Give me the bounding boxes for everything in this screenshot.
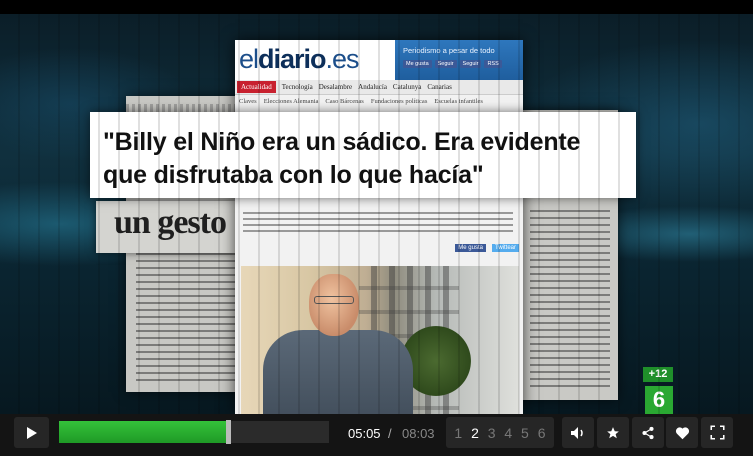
webpage-header: eldiario.es Periodismo a pesar de todo M… xyxy=(235,40,523,80)
page-selector: 1 2 3 4 5 6 xyxy=(446,417,554,448)
nav-item: Desalambre xyxy=(318,83,353,91)
subnav-item: Fundaciones políticas xyxy=(370,97,428,105)
social-button: RSS xyxy=(484,60,502,68)
webpage-nav: Actualidad Tecnología Desalambre Andaluc… xyxy=(235,80,523,95)
quote-banner: "Billy el Niño era un sádico. Era eviden… xyxy=(90,112,636,198)
page-link[interactable]: 6 xyxy=(538,425,546,441)
fullscreen-icon xyxy=(709,425,725,440)
quote-text: "Billy el Niño era un sádico. Era eviden… xyxy=(103,128,581,189)
article-photo xyxy=(241,266,519,414)
favorite-button[interactable] xyxy=(597,417,629,448)
article-share-row: Me gusta Twittear xyxy=(235,244,523,252)
page-link[interactable]: 2 xyxy=(471,425,479,441)
heart-icon xyxy=(675,426,689,439)
progress-fill xyxy=(59,421,228,443)
subnav-item: Escuelas infantiles xyxy=(434,97,483,105)
eldiario-webpage: eldiario.es Periodismo a pesar de todo M… xyxy=(235,40,523,414)
article-text xyxy=(243,212,513,234)
video-frame[interactable]: un gesto eldiario.es Periodismo a pesar … xyxy=(0,14,753,414)
subnav-item: Caso Bárcenas xyxy=(325,97,364,105)
play-button[interactable] xyxy=(14,417,49,448)
page-link[interactable]: 5 xyxy=(521,425,529,441)
like-button[interactable] xyxy=(666,417,698,448)
progress-handle[interactable] xyxy=(226,420,231,444)
webpage-subnav: Claves Elecciones Alemania Caso Bárcenas… xyxy=(235,95,523,107)
nav-item: Andalucía xyxy=(358,83,387,91)
tweet-share-button: Twittear xyxy=(491,244,519,252)
volume-icon xyxy=(571,426,583,439)
webpage-social-buttons: Me gusta Seguir Seguir RSS xyxy=(403,60,502,68)
subnav-item: Claves xyxy=(239,97,257,105)
star-icon xyxy=(607,426,619,438)
fullscreen-button[interactable] xyxy=(701,417,733,448)
nav-item: Tecnología xyxy=(281,83,313,91)
total-time: 08:03 xyxy=(402,426,435,441)
page-link[interactable]: 4 xyxy=(504,425,512,441)
nav-item: Canarias xyxy=(427,83,452,91)
subnav-item: Elecciones Alemania xyxy=(263,97,319,105)
time-separator: / xyxy=(388,426,392,441)
eldiario-logo: eldiario.es xyxy=(239,44,360,74)
age-rating-badge: +12 xyxy=(643,367,673,382)
page-link[interactable]: 3 xyxy=(488,425,496,441)
share-button[interactable] xyxy=(632,417,664,448)
like-share-button: Me gusta xyxy=(455,244,486,252)
volume-button[interactable] xyxy=(562,417,594,448)
progress-bar[interactable] xyxy=(59,420,329,444)
webpage-tagline: Periodismo a pesar de todo xyxy=(403,46,495,55)
current-time: 05:05 xyxy=(348,426,381,441)
share-icon xyxy=(642,426,654,439)
social-button: Seguir xyxy=(459,60,482,68)
clipping-headline: un gesto xyxy=(114,204,227,241)
channel-logo: 6 xyxy=(645,386,673,414)
social-button: Seguir xyxy=(434,60,457,68)
nav-item: Actualidad xyxy=(237,81,276,93)
page-link[interactable]: 1 xyxy=(454,425,462,441)
nav-item: Catalunya xyxy=(392,83,422,91)
play-icon xyxy=(26,426,37,439)
social-button: Me gusta xyxy=(403,60,432,68)
player-control-bar: 05:05 / 08:03 1 2 3 4 5 6 xyxy=(0,414,753,456)
